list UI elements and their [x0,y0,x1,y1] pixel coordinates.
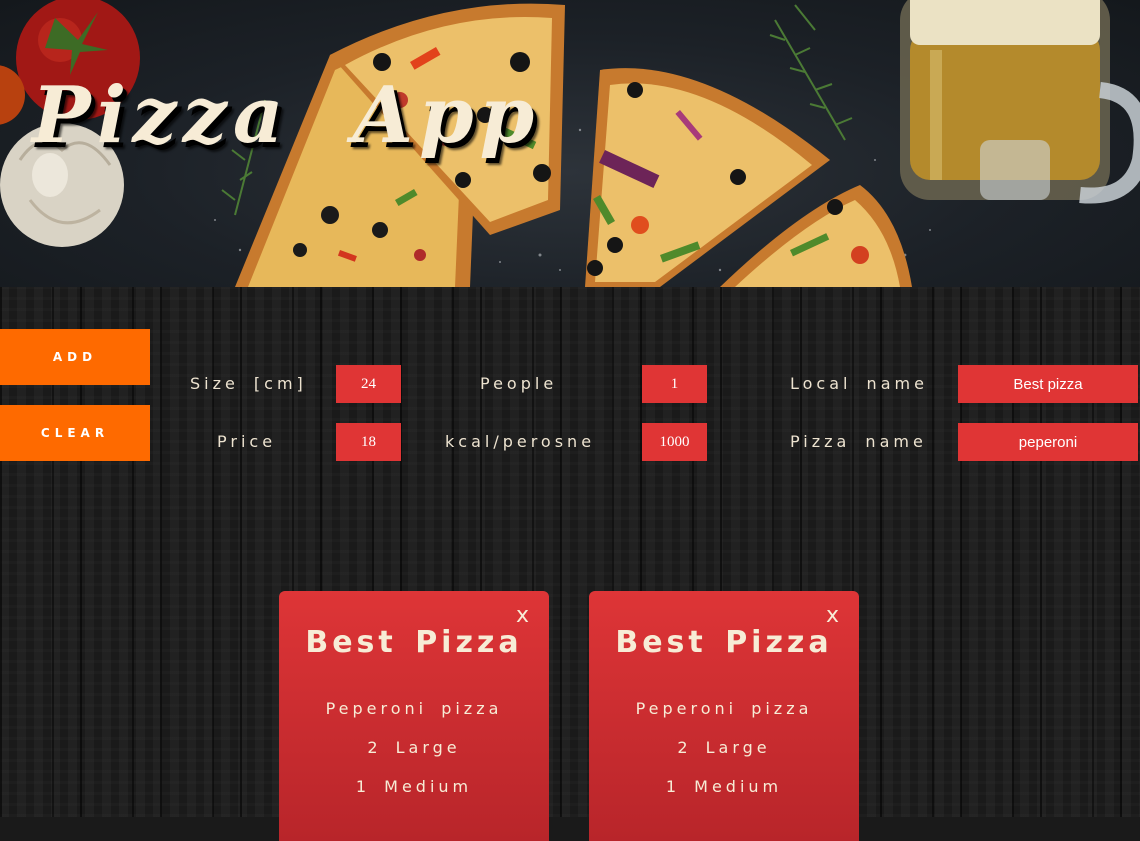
kcal-input[interactable] [642,423,707,461]
price-input[interactable] [336,423,401,461]
pizza-name-input[interactable] [958,423,1138,461]
close-icon[interactable]: x [826,605,839,627]
local-name-label: Local name [790,374,928,393]
card-pizza-name: Peperoni pizza [635,699,813,718]
pizza-card: x Best Pizza Peperoni pizza 2 Large 1 Me… [279,591,549,841]
hero-banner: Pizza App [0,0,1140,287]
card-pizza-name: Peperoni pizza [325,699,503,718]
close-icon[interactable]: x [516,605,529,627]
size-input[interactable] [336,365,401,403]
card-large-count: 2 Large [677,738,771,757]
people-label: People [480,374,558,393]
local-name-input[interactable] [958,365,1138,403]
size-label: Size [cm] [190,374,307,393]
card-title: Best Pizza [615,625,833,660]
app-title: Pizza App [32,70,541,161]
card-large-count: 2 Large [367,738,461,757]
card-medium-count: 1 Medium [665,777,783,796]
kcal-label: kcal/perosne [445,432,596,451]
add-button[interactable]: ADD [0,329,150,385]
card-medium-count: 1 Medium [355,777,473,796]
price-label: Price [217,432,277,451]
pizza-name-label: Pizza name [790,432,927,451]
people-input[interactable] [642,365,707,403]
clear-button[interactable]: CLEAR [0,405,150,461]
beer-mug-decoration [900,0,1140,204]
pizza-card: x Best Pizza Peperoni pizza 2 Large 1 Me… [589,591,859,841]
card-title: Best Pizza [305,625,523,660]
